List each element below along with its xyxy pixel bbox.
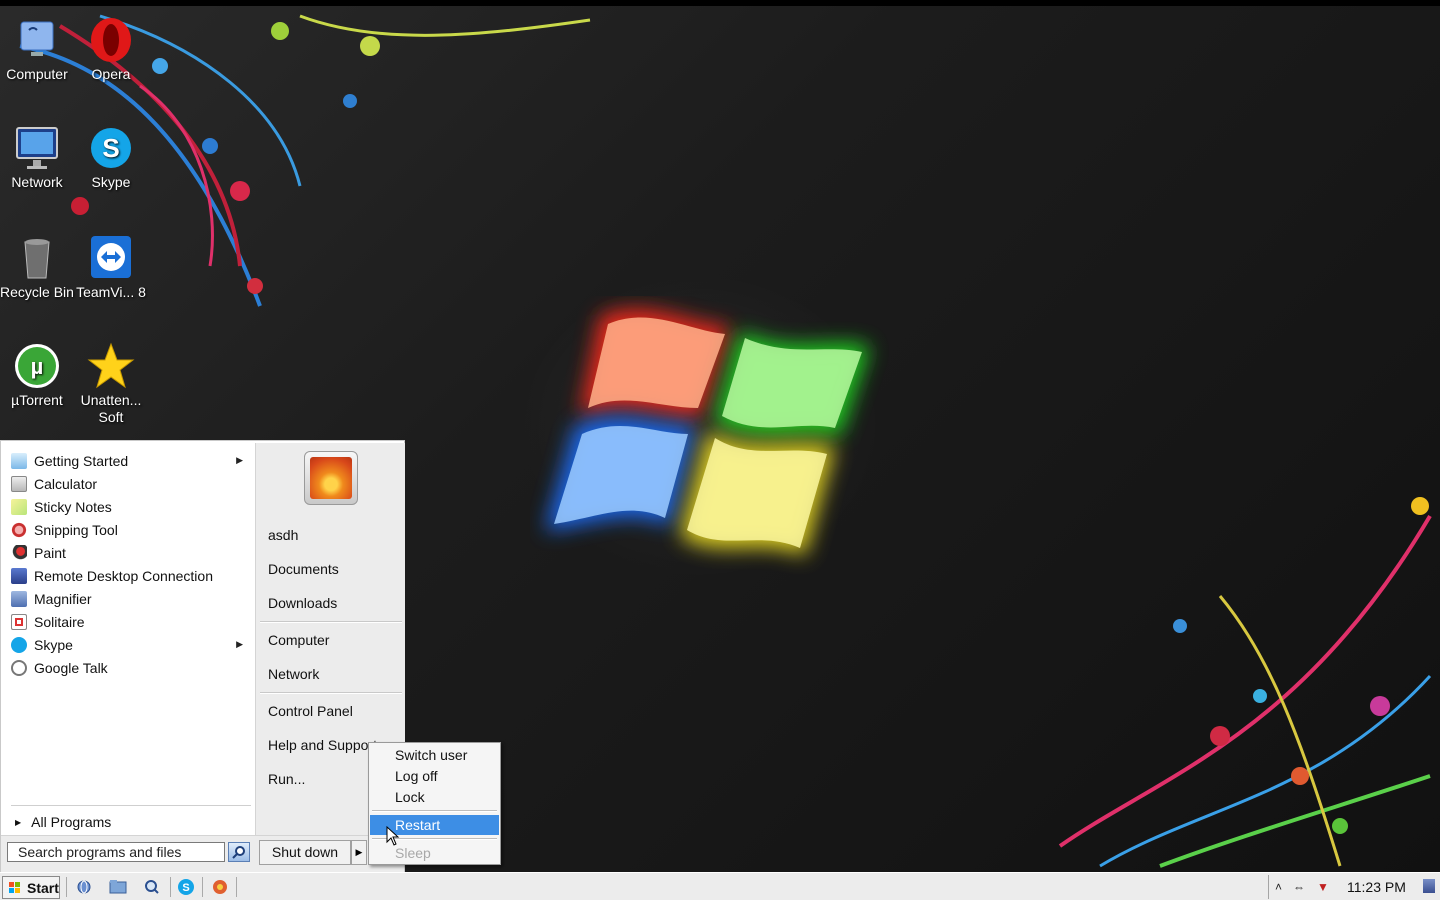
program-remote-desktop-connection[interactable]: Remote Desktop Connection <box>11 564 251 587</box>
power-menu-divider <box>372 810 497 812</box>
network-icon <box>13 124 61 172</box>
submenu-arrow-icon: ▶ <box>236 455 243 465</box>
taskbar-divider <box>236 877 237 897</box>
skype-icon: S <box>87 124 135 172</box>
star-icon <box>87 342 135 390</box>
scissors-icon <box>11 521 27 538</box>
right-pane-divider <box>260 621 402 623</box>
program-solitaire[interactable]: Solitaire <box>11 610 251 633</box>
taskbar-divider <box>170 877 171 897</box>
user-name-link[interactable]: asdh <box>268 527 298 543</box>
start-menu: Getting Started ▶ Calculator Sticky Note… <box>0 440 405 872</box>
search-quicklaunch-icon[interactable] <box>142 878 162 896</box>
desktop-icon-teamviewer[interactable]: TeamVi... 8 <box>74 234 148 301</box>
computer-icon <box>13 16 61 64</box>
svg-text:S: S <box>102 133 119 163</box>
right-pane-divider <box>260 692 402 694</box>
desktop-icon-unattended-soft[interactable]: Unatten... Soft <box>74 342 148 426</box>
program-sticky-notes[interactable]: Sticky Notes <box>11 495 251 518</box>
folder-quicklaunch-icon[interactable] <box>108 878 128 896</box>
flower-icon <box>310 457 352 499</box>
show-desktop-icon[interactable] <box>1423 879 1435 893</box>
opera-icon <box>87 16 135 64</box>
desktop-icon-computer[interactable]: Computer <box>0 16 74 83</box>
system-tray: ˄ ⇔ ▼ 11:23 PM <box>1268 875 1440 899</box>
sticky-notes-icon <box>11 498 27 515</box>
calculator-icon <box>11 475 27 492</box>
program-paint[interactable]: Paint <box>11 541 251 564</box>
show-hidden-icons-icon[interactable]: ˄ <box>1275 880 1282 894</box>
computer-link[interactable]: Computer <box>268 632 329 648</box>
submenu-arrow-icon: ▶ <box>236 639 243 649</box>
solitaire-icon <box>11 613 27 630</box>
downloads-link[interactable]: Downloads <box>268 595 337 611</box>
skype-taskbar-icon[interactable]: S <box>176 878 196 896</box>
search-input[interactable]: Search programs and files <box>7 842 225 862</box>
desktop-icon-utorrent[interactable]: µ µTorrent <box>0 342 74 409</box>
teamviewer-icon <box>87 234 135 282</box>
volume-muted-icon[interactable]: ▼ <box>1317 880 1329 894</box>
utorrent-icon: µ <box>13 342 61 390</box>
desktop-icon-skype[interactable]: S Skype <box>74 124 148 191</box>
magnifier-icon <box>11 590 27 607</box>
triangle-right-icon: ▶ <box>15 817 22 827</box>
all-programs-button[interactable]: ▶ All Programs <box>15 811 111 833</box>
windows-flag-icon <box>9 881 20 893</box>
program-calculator[interactable]: Calculator <box>11 472 251 495</box>
help-and-support-link[interactable]: Help and Support <box>268 737 377 753</box>
sleep-item: Sleep <box>395 845 431 861</box>
program-getting-started[interactable]: Getting Started ▶ <box>11 449 251 472</box>
taskbar: Start S ˄ ⇔ ▼ 11:23 PM <box>0 872 1440 900</box>
remote-desktop-icon <box>11 567 27 584</box>
lock-item[interactable]: Lock <box>370 787 499 807</box>
desktop-icon-recycle-bin[interactable]: Recycle Bin <box>0 234 74 301</box>
start-menu-bottom-bar: Search programs and files Shut down ▶ <box>1 835 404 872</box>
user-picture[interactable] <box>304 451 358 505</box>
floral-decoration-bottom-right <box>1058 497 1432 868</box>
skype-icon <box>11 636 27 653</box>
svg-text:S: S <box>182 882 189 894</box>
control-panel-link[interactable]: Control Panel <box>268 703 353 719</box>
network-link[interactable]: Network <box>268 666 319 682</box>
desktop-icon-network[interactable]: Network <box>0 124 74 191</box>
programs-divider <box>11 805 251 806</box>
power-options-menu: Switch user Log off Lock Restart Sleep <box>368 742 501 865</box>
recycle-bin-icon <box>13 234 61 282</box>
shut-down-button[interactable]: Shut down <box>259 840 351 865</box>
documents-link[interactable]: Documents <box>268 561 339 577</box>
browser-quicklaunch-icon[interactable] <box>74 878 94 896</box>
clock[interactable]: 11:23 PM <box>1347 879 1406 895</box>
desktop-icon-opera[interactable]: Opera <box>74 16 148 83</box>
program-magnifier[interactable]: Magnifier <box>11 587 251 610</box>
program-skype[interactable]: Skype ▶ <box>11 633 251 656</box>
programs-pane: Getting Started ▶ Calculator Sticky Note… <box>3 443 253 835</box>
switch-user-item[interactable]: Switch user <box>370 745 499 765</box>
program-snipping-tool[interactable]: Snipping Tool <box>11 518 251 541</box>
log-off-item[interactable]: Log off <box>370 766 499 786</box>
app-taskbar-icon[interactable] <box>210 878 230 896</box>
svg-text:µ: µ <box>31 354 44 379</box>
paint-icon <box>11 544 27 561</box>
mouse-cursor-icon <box>386 826 400 846</box>
getting-started-icon <box>11 452 27 469</box>
windows-logo <box>545 309 870 556</box>
search-icon[interactable] <box>228 842 250 862</box>
chat-bubble-icon <box>11 659 27 676</box>
network-status-icon[interactable]: ⇔ <box>1293 880 1305 894</box>
taskbar-divider <box>66 877 67 897</box>
program-google-talk[interactable]: Google Talk <box>11 656 251 679</box>
run-link[interactable]: Run... <box>268 771 305 787</box>
start-button[interactable]: Start <box>2 876 60 899</box>
taskbar-divider <box>202 877 203 897</box>
shut-down-options-arrow-icon[interactable]: ▶ <box>351 840 367 865</box>
